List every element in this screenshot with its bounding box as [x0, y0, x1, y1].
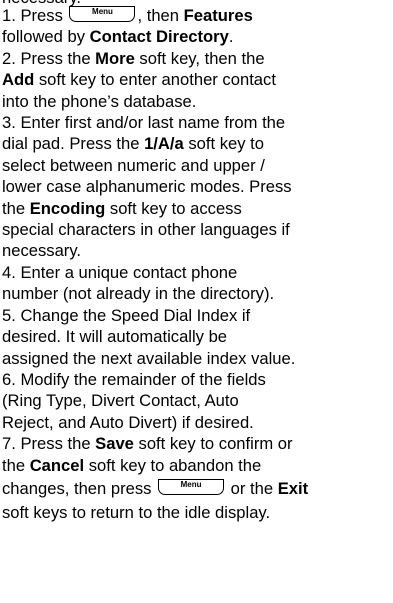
step-5-line-1: 5. Change the Speed Dial Index if — [2, 305, 251, 325]
instruction-page: necessary. 1. Press Menu, then Features … — [0, 0, 393, 603]
step-7-line-4: soft keys to return to the idle display. — [2, 502, 271, 522]
step-3-line-3: select between numeric and upper / — [2, 155, 265, 175]
step-3-line-6: special characters in other languages if — [2, 220, 290, 240]
step-3-line-7: necessary. — [2, 241, 82, 261]
step-1-line-1: 1. Press Menu, then Features — [2, 6, 253, 25]
step-7-line-3: changes, then press Menu or the Exit — [2, 478, 309, 498]
step-3-line-5: the Encoding soft key to access — [2, 198, 242, 218]
menu-key-icon: Menu — [158, 478, 225, 495]
step-5-line-2: desired. It will automatically be — [2, 327, 228, 347]
contact-directory-steps: 1. Press Menu, then Features followed by… — [2, 5, 390, 523]
step-3-line-4: lower case alphanumeric modes. Press — [2, 177, 292, 197]
step-2-line-3: into the phone’s database. — [2, 91, 197, 111]
menu-key-icon: Menu — [69, 6, 136, 22]
step-3-line-2: dial pad. Press the 1/A/a soft key to — [2, 134, 264, 154]
step-2-line-2: Add soft key to enter another contact — [2, 70, 276, 90]
step-7-line-2: the Cancel soft key to abandon the — [2, 455, 262, 475]
step-2-line-1: 2. Press the More soft key, then the — [2, 48, 265, 68]
step-7-line-1: 7. Press the Save soft key to confirm or — [2, 434, 293, 454]
step-4-line-1: 4. Enter a unique contact phone — [2, 262, 238, 282]
step-3-line-1: 3. Enter first and/or last name from the — [2, 113, 286, 133]
step-4-line-2: number (not already in the directory). — [2, 284, 275, 304]
step-6-line-3: Reject, and Auto Divert) if desired. — [2, 412, 254, 432]
step-5-line-3: assigned the next available index value. — [2, 348, 296, 368]
step-1-line-2: followed by Contact Directory. — [2, 27, 234, 47]
step-6-line-1: 6. Modify the remainder of the fields — [2, 369, 266, 389]
step-6-line-2: (Ring Type, Divert Contact, Auto — [2, 391, 239, 411]
